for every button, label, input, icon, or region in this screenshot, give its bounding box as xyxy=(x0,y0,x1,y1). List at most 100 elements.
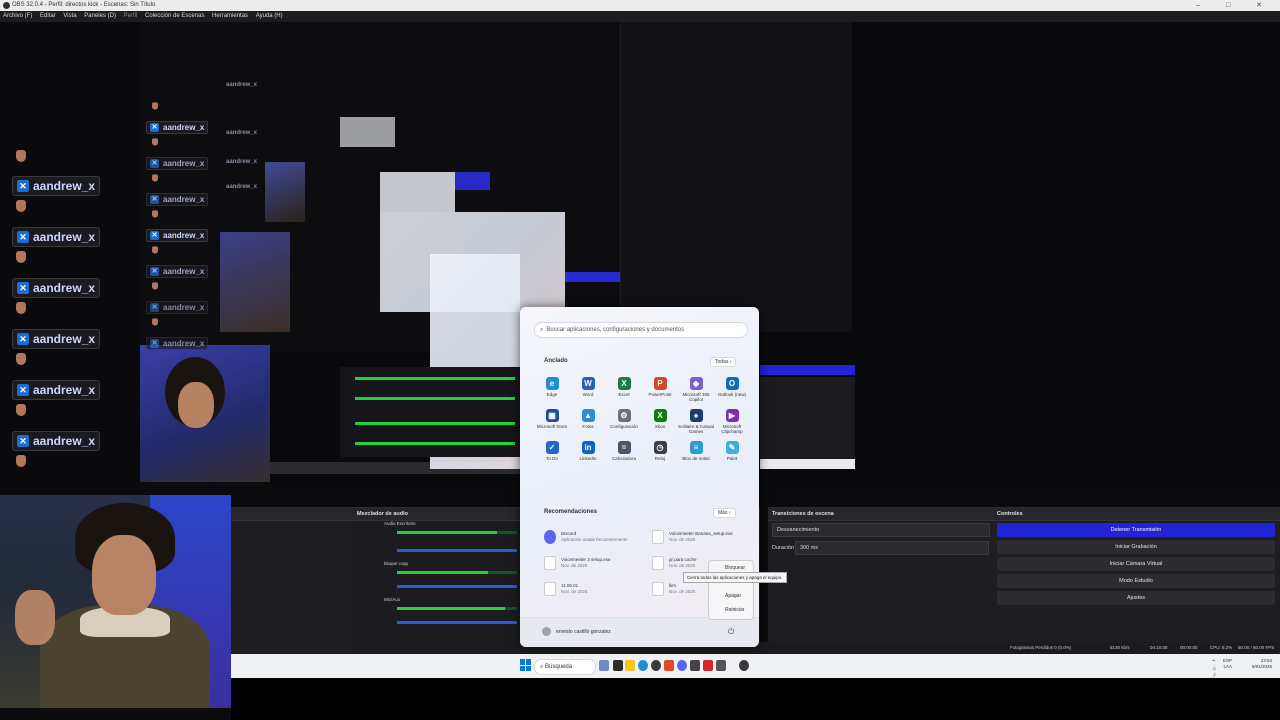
pinned-app[interactable]: X Xbox xyxy=(642,409,678,434)
brave-icon[interactable] xyxy=(664,660,674,671)
start-virtual-camera-button[interactable]: Iniciar Cámara Virtual xyxy=(997,557,1275,571)
app-icon[interactable] xyxy=(703,660,713,671)
user-account[interactable]: ernesto castillo gonzalez xyxy=(542,627,611,636)
language-indicator[interactable]: ESP LAA xyxy=(1218,658,1232,670)
pinned-app[interactable]: ◷ Reloj xyxy=(642,441,678,461)
obs-icon[interactable] xyxy=(651,660,661,671)
studio-mode-button[interactable]: Modo Estudio xyxy=(997,574,1275,588)
shutdown-option[interactable]: Apagar xyxy=(709,589,753,603)
app-label: To Do xyxy=(546,456,558,461)
app-icon[interactable] xyxy=(690,660,700,671)
pinned-app[interactable]: ◆ Microsoft 365 Copilot xyxy=(678,377,714,402)
pinned-app[interactable]: X Excel xyxy=(606,377,642,402)
calculator-icon: = xyxy=(617,441,631,454)
start-search-box[interactable]: ⌕ Buscar aplicaciones, configuraciones y … xyxy=(534,322,748,338)
menu-file[interactable]: Archivo (F) xyxy=(3,13,32,19)
edge-icon[interactable] xyxy=(638,660,648,671)
volume-slider[interactable] xyxy=(397,621,517,624)
kick-icon: ✕ xyxy=(150,231,159,240)
system-tray[interactable]: ⌃ ⌂ ♪ ⚡ ESP LAA 23:54 8/01/2026 xyxy=(1209,658,1272,684)
pinned-app[interactable]: ✓ To Do xyxy=(534,441,570,461)
pinned-app[interactable]: ▶ Microsoft Clipchamp xyxy=(714,409,750,434)
app-label: Paint xyxy=(726,456,738,461)
more-button[interactable]: Más › xyxy=(713,508,736,518)
pinned-app[interactable]: e Edge xyxy=(534,377,570,402)
power-icon[interactable]: ⏻ xyxy=(728,627,734,637)
obs-icon[interactable] xyxy=(739,660,749,671)
transitions-title: Transiciones de escena xyxy=(768,508,993,521)
nested-meter xyxy=(355,397,515,400)
outlook-icon: O xyxy=(725,377,739,390)
hand-emoji-icon xyxy=(152,174,158,182)
hand-emoji-icon xyxy=(16,404,26,416)
nested-webcam-3 xyxy=(265,162,305,222)
taskbar-search[interactable]: ⌕ Búsqueda xyxy=(534,659,596,675)
start-recording-button[interactable]: Iniciar Grabación xyxy=(997,540,1275,554)
pinned-app[interactable]: ✎ Paint xyxy=(714,441,750,461)
close-button[interactable]: ✕ xyxy=(1256,2,1274,9)
task-view-icon[interactable] xyxy=(613,660,623,671)
maximize-button[interactable]: □ xyxy=(1226,2,1242,9)
volume-slider[interactable] xyxy=(397,549,517,552)
search-icon: ⌕ xyxy=(540,327,544,333)
menu-docks[interactable]: Paneles (D) xyxy=(84,13,116,19)
audio-mixer: Audio Escritorio bloque copy Mic/Aux xyxy=(357,519,519,639)
recommendation-item[interactable]: gr para coche Nov. de 2025 xyxy=(652,556,697,570)
pinned-app[interactable]: O Outlook (new) xyxy=(714,377,750,402)
duration-input[interactable]: 300 ms xyxy=(795,541,989,555)
menu-profile[interactable]: Perfil xyxy=(124,13,138,19)
menu-tools[interactable]: Herramientas xyxy=(212,13,248,19)
discord-icon[interactable] xyxy=(677,660,687,671)
widgets-icon[interactable] xyxy=(599,660,609,671)
recommendation-item[interactable]: Discord Aplicación usada frecuentemente xyxy=(544,530,628,544)
rec-time: 00:00:00 xyxy=(1180,645,1198,650)
pinned-app[interactable]: P PowerPoint xyxy=(642,377,678,402)
channel-name: bloque copy xyxy=(384,561,409,566)
all-apps-button[interactable]: Todas › xyxy=(710,357,737,367)
stop-streaming-button[interactable]: Detener Transmisión xyxy=(997,523,1275,537)
menu-view[interactable]: Vista xyxy=(63,13,76,19)
recommendation-item[interactable]: lkm Nov. de 2025 xyxy=(652,582,695,596)
settings-button[interactable]: Ajustes xyxy=(997,591,1275,605)
file-icon xyxy=(544,556,556,570)
rec-sub: Aplicación usada frecuentemente xyxy=(561,537,628,542)
rec-name: lkm xyxy=(669,583,676,588)
app-icon[interactable] xyxy=(716,660,726,671)
pinned-app[interactable]: W Word xyxy=(570,377,606,402)
windows-taskbar: ⌕ Búsqueda ⌃ ⌂ ♪ ⚡ ESP LAA 23:54 8/01/20… xyxy=(231,654,1280,684)
rec-name: Discord xyxy=(561,531,577,536)
copilot-icon: ◆ xyxy=(689,377,703,390)
shutdown-tooltip: Cierra todas las aplicaciones y apaga el… xyxy=(683,572,787,583)
volume-slider[interactable] xyxy=(397,585,517,588)
pinned-app[interactable]: ≡ Bloc de notas xyxy=(678,441,714,461)
pinned-app[interactable]: = Calculadora xyxy=(606,441,642,461)
recommendation-item[interactable]: Voicemeeter 3 setup.exe Nov. de 2025 xyxy=(544,556,611,570)
pinned-app[interactable]: ♠ Solitaire & Casual Games xyxy=(678,409,714,434)
window-controls[interactable]: – □ ✕ xyxy=(1196,0,1274,11)
app-label: Calculadora xyxy=(611,456,636,461)
menu-help[interactable]: Ayuda (H) xyxy=(256,13,283,19)
transition-select[interactable]: Desvanecimiento xyxy=(772,523,990,537)
minimize-button[interactable]: – xyxy=(1196,2,1212,9)
username-tag-tiny: aandrew_x xyxy=(226,130,258,136)
fps: 60.00 / 60.00 FPS xyxy=(1238,645,1275,650)
pinned-app[interactable]: ⚙ Configuración xyxy=(606,409,642,434)
restart-option[interactable]: Reiniciar xyxy=(709,603,753,617)
rec-sub: Nov. de 2025 xyxy=(561,563,588,568)
nested-webcam-2 xyxy=(220,232,290,332)
clipchamp-icon: ▶ xyxy=(725,409,739,422)
pinned-app[interactable]: in LinkedIn xyxy=(570,441,606,461)
pinned-app[interactable]: ▦ Microsoft Store xyxy=(534,409,570,434)
recommendation-item[interactable]: Voicemeeter Banana_setup.exe Nov. de 2025 xyxy=(652,530,733,544)
kick-icon: ✕ xyxy=(150,267,159,276)
notepad-icon: ≡ xyxy=(689,441,703,454)
menu-scene-collection[interactable]: Colección de Escenas xyxy=(145,13,204,19)
hand-emoji-icon xyxy=(16,150,26,162)
pinned-app[interactable]: ▲ Fotos xyxy=(570,409,606,434)
recommendation-item[interactable]: 11.06.01 Nov. de 2025 xyxy=(544,582,587,596)
menu-edit[interactable]: Editar xyxy=(40,13,56,19)
windows-start-icon[interactable] xyxy=(520,659,532,671)
rec-sub: Nov. de 2025 xyxy=(561,589,588,594)
file-explorer-icon[interactable] xyxy=(625,660,635,671)
file-icon xyxy=(544,582,556,596)
